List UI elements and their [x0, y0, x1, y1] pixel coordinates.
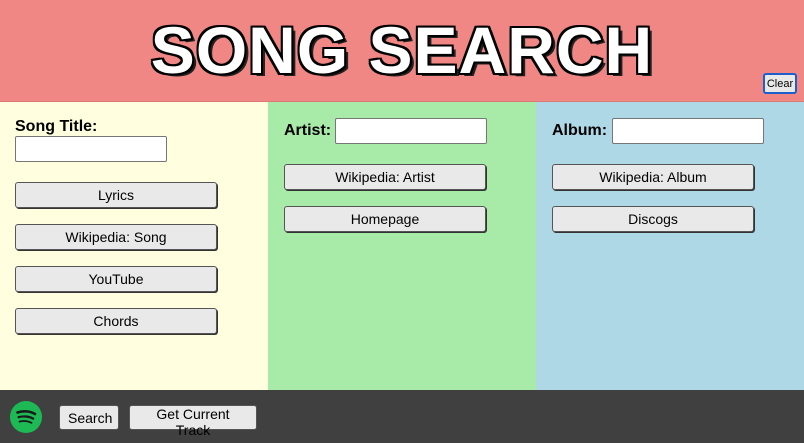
- wikipedia-song-button[interactable]: Wikipedia: Song: [15, 224, 217, 250]
- artist-input[interactable]: [335, 118, 487, 144]
- song-column: Song Title: Lyrics Wikipedia: Song YouTu…: [0, 102, 268, 390]
- footer-bar: Search Get Current Track: [0, 390, 804, 443]
- album-label: Album:: [552, 122, 608, 139]
- homepage-button[interactable]: Homepage: [284, 206, 486, 232]
- album-input[interactable]: [612, 118, 764, 144]
- page-title: SONG SEARCH: [150, 13, 654, 87]
- album-column: Album: Wikipedia: Album Discogs: [536, 102, 804, 390]
- chords-button[interactable]: Chords: [15, 308, 217, 334]
- get-current-track-button[interactable]: Get Current Track: [129, 405, 257, 438]
- artist-column: Artist: Wikipedia: Artist Homepage: [268, 102, 536, 390]
- song-title-input[interactable]: [15, 136, 167, 162]
- spotify-icon[interactable]: [10, 401, 42, 433]
- artist-label: Artist:: [284, 122, 332, 139]
- wikipedia-album-button[interactable]: Wikipedia: Album: [552, 164, 754, 190]
- search-button[interactable]: Search: [59, 405, 119, 430]
- song-title-label: Song Title:: [15, 118, 98, 135]
- lyrics-button[interactable]: Lyrics: [15, 182, 217, 208]
- discogs-button[interactable]: Discogs: [552, 206, 754, 232]
- header-bar: SONG SEARCH Clear: [0, 0, 804, 102]
- clear-button[interactable]: Clear: [763, 73, 797, 94]
- wikipedia-artist-button[interactable]: Wikipedia: Artist: [284, 164, 486, 190]
- youtube-button[interactable]: YouTube: [15, 266, 217, 292]
